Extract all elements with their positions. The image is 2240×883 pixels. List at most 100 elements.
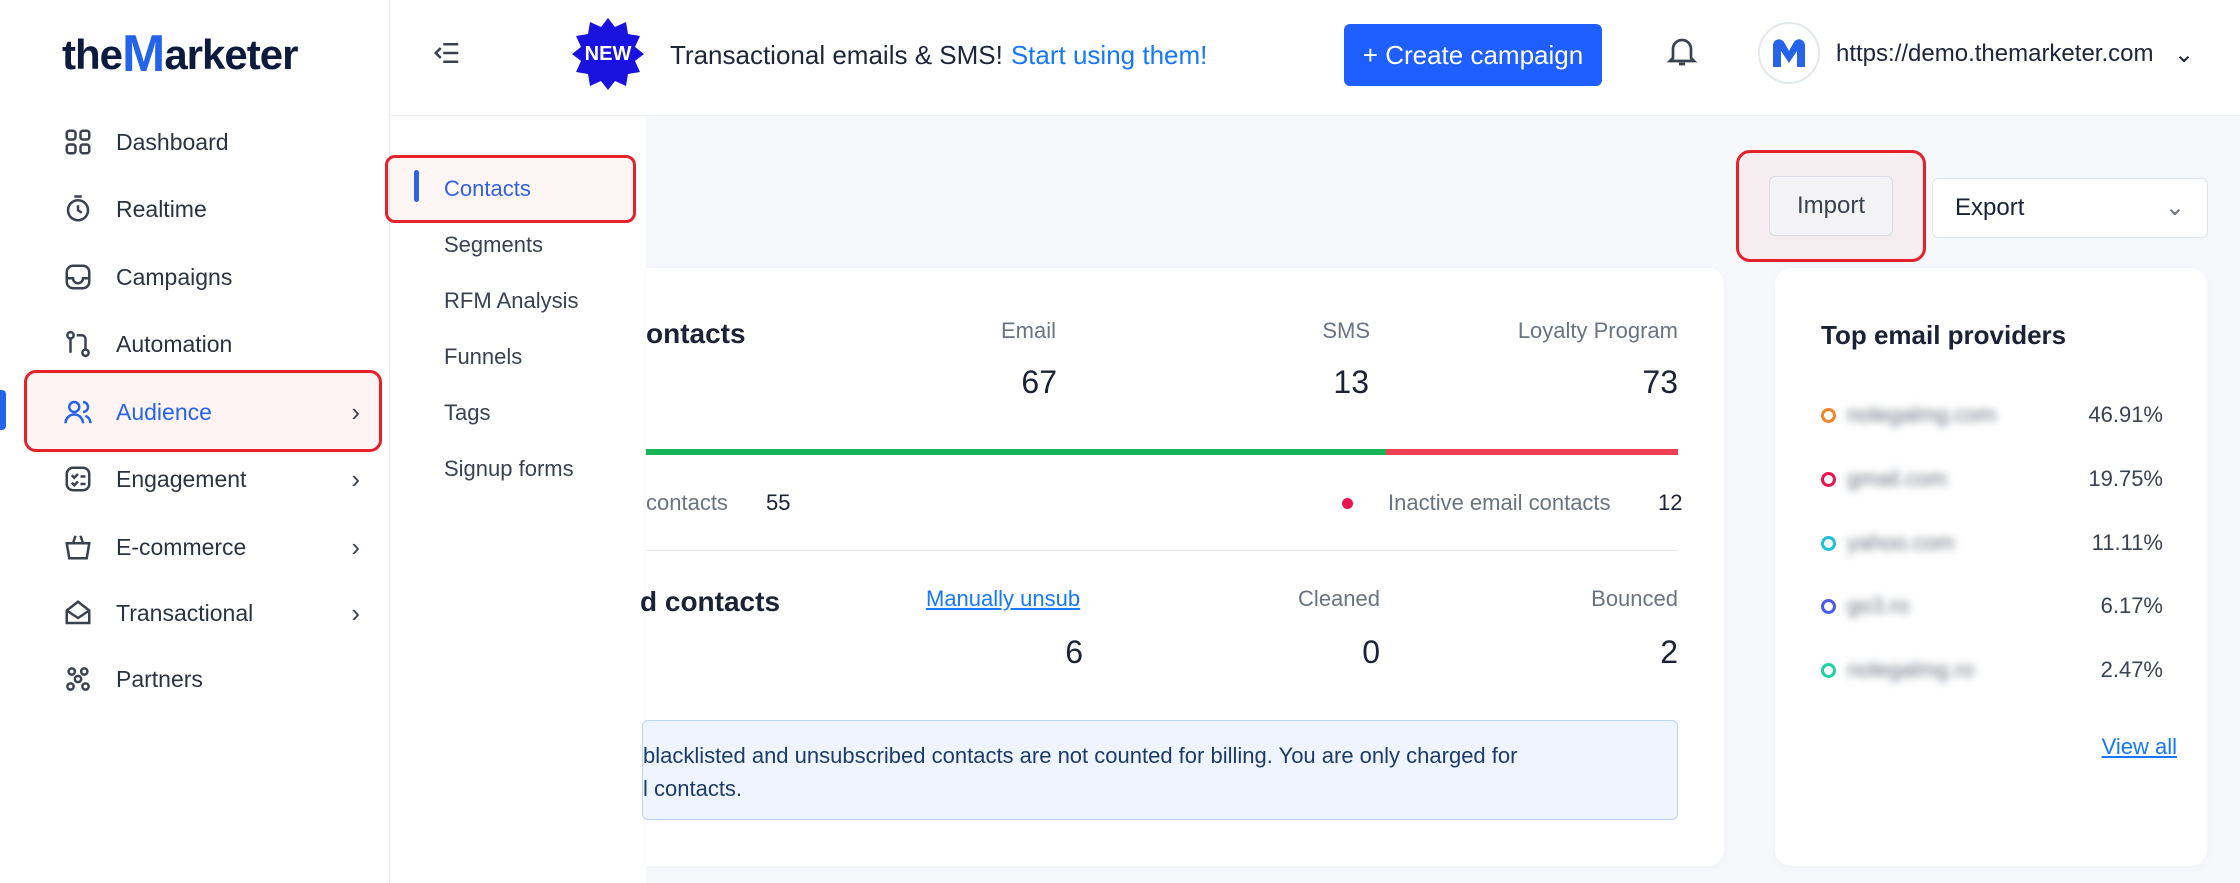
provider-percent: 11.11% bbox=[2091, 530, 2163, 555]
sidebar-item-campaigns[interactable]: Campaigns bbox=[62, 257, 372, 297]
providers-title: Top email providers bbox=[1821, 320, 2067, 350]
chevron-right-icon: › bbox=[351, 463, 360, 494]
provider-percent: 6.17% bbox=[2100, 593, 2163, 618]
sidebar-item-realtime[interactable]: Realtime bbox=[62, 189, 372, 229]
view-all-link[interactable]: View all bbox=[2102, 734, 2177, 760]
logo-m: M bbox=[122, 25, 165, 83]
site-url[interactable]: https://demo.themarketer.com bbox=[1836, 40, 2153, 68]
audience-submenu: Contacts Segments RFM Analysis Funnels T… bbox=[390, 116, 646, 883]
provider-dot-icon bbox=[1821, 599, 1836, 614]
contacts-title: ontacts bbox=[646, 318, 746, 349]
collapse-menu-icon[interactable] bbox=[432, 38, 462, 68]
provider-name: nolegalmg.com bbox=[1847, 402, 1997, 427]
sidebar-item-label: Realtime bbox=[116, 195, 207, 222]
blocked-contacts-title: d contacts bbox=[640, 586, 781, 617]
submenu-item-funnels[interactable]: Funnels bbox=[444, 344, 522, 370]
brand-logo[interactable]: theMarketer bbox=[62, 22, 298, 83]
announcement-link[interactable]: Start using them! bbox=[1011, 40, 1208, 70]
provider-dot-icon bbox=[1821, 472, 1836, 487]
chevron-right-icon: › bbox=[351, 396, 360, 427]
sidebar-item-automation[interactable]: Automation bbox=[62, 324, 372, 364]
sidebar-item-dashboard[interactable]: Dashboard bbox=[62, 122, 372, 162]
submenu-item-rfm-analysis[interactable]: RFM Analysis bbox=[444, 288, 578, 314]
chevron-right-icon: › bbox=[351, 531, 360, 562]
grid-icon bbox=[62, 126, 94, 158]
bell-icon[interactable] bbox=[1664, 32, 1700, 72]
sms-label: SMS bbox=[1322, 318, 1370, 343]
inactive-contacts-label: Inactive email contacts bbox=[1388, 490, 1611, 515]
provider-percent: 46.91% bbox=[2088, 402, 2163, 427]
active-contacts-bar bbox=[646, 449, 1386, 455]
provider-name: yahoo.com bbox=[1847, 530, 1955, 555]
divider bbox=[646, 550, 1678, 551]
sidebar-item-ecommerce[interactable]: E-commerce › bbox=[62, 527, 372, 567]
submenu-item-tags[interactable]: Tags bbox=[444, 400, 490, 426]
active-indicator bbox=[0, 390, 6, 430]
sidebar-item-transactional[interactable]: Transactional › bbox=[62, 593, 372, 633]
provider-name: go3.ro bbox=[1847, 593, 1910, 618]
stopwatch-icon bbox=[62, 193, 94, 225]
sidebar-item-label: Automation bbox=[116, 330, 233, 357]
inactive-contacts-value: 12 bbox=[1658, 490, 1683, 515]
sidebar-item-audience[interactable]: Audience › bbox=[62, 392, 372, 432]
sidebar-item-label: Dashboard bbox=[116, 128, 229, 155]
billing-info-box: blacklisted and unsubscribed contacts ar… bbox=[642, 720, 1678, 820]
provider-row: nolegalmg.com 46.91% bbox=[1821, 400, 2163, 430]
provider-row: yahoo.com 11.11% bbox=[1821, 528, 2163, 558]
provider-row: gmail.com 19.75% bbox=[1821, 464, 2163, 494]
inactive-dot-icon bbox=[1342, 498, 1353, 509]
provider-name: nolegalmg.ro bbox=[1847, 657, 1975, 682]
sidebar-item-label: Engagement bbox=[116, 465, 247, 492]
sidebar-item-partners[interactable]: Partners bbox=[62, 659, 372, 699]
provider-percent: 2.47% bbox=[2100, 657, 2163, 682]
provider-row: go3.ro 6.17% bbox=[1821, 591, 2163, 621]
email-label: Email bbox=[1000, 318, 1056, 343]
top-bar: NEW Transactional emails & SMS! Start usi… bbox=[390, 0, 2240, 116]
highlight-contacts bbox=[385, 155, 636, 223]
loyalty-value: 73 bbox=[1642, 364, 1678, 400]
workflow-icon bbox=[62, 328, 94, 360]
contacts-summary-card: ontacts Email 67 SMS 13 Loyalty Program … bbox=[640, 268, 1724, 866]
sidebar-item-label: Transactional bbox=[116, 599, 254, 626]
import-button[interactable]: Import bbox=[1769, 176, 1893, 236]
submenu-item-signup-forms[interactable]: Signup forms bbox=[444, 456, 574, 482]
bounced-value: 2 bbox=[1660, 634, 1678, 670]
mail-open-icon bbox=[62, 597, 94, 629]
checklist-icon bbox=[62, 463, 94, 495]
chevron-right-icon: › bbox=[351, 597, 360, 628]
email-value: 67 bbox=[1021, 364, 1057, 400]
folder-icon bbox=[62, 261, 94, 293]
create-campaign-button[interactable]: + Create campaign bbox=[1344, 24, 1602, 86]
top-email-providers-card: Top email providers nolegalmg.com 46.91%… bbox=[1775, 268, 2207, 866]
provider-dot-icon bbox=[1821, 536, 1836, 551]
submenu-item-segments[interactable]: Segments bbox=[444, 232, 543, 258]
provider-dot-icon bbox=[1821, 663, 1836, 678]
chevron-down-icon[interactable]: ⌄ bbox=[2174, 40, 2194, 69]
sidebar: theMarketer Dashboard Realtime Campaigns… bbox=[0, 0, 390, 883]
billing-info-line-2: l contacts. bbox=[643, 776, 743, 801]
users-icon bbox=[62, 396, 94, 428]
logo-post: arketer bbox=[164, 31, 298, 78]
new-badge-text: NEW bbox=[584, 43, 632, 65]
billing-info-line-1: blacklisted and unsubscribed contacts ar… bbox=[643, 743, 1518, 768]
sidebar-item-label: Audience bbox=[116, 398, 212, 425]
account-avatar[interactable] bbox=[1758, 22, 1820, 84]
cleaned-value: 0 bbox=[1362, 634, 1380, 670]
bounced-label: Bounced bbox=[1591, 586, 1678, 611]
provider-percent: 19.75% bbox=[2088, 466, 2163, 491]
logo-pre: the bbox=[62, 31, 123, 78]
inactive-contacts-bar bbox=[1386, 449, 1678, 455]
active-contacts-label: contacts bbox=[646, 490, 728, 515]
export-label: Export bbox=[1955, 194, 2025, 221]
billing-info-text: blacklisted and unsubscribed contacts ar… bbox=[643, 739, 1643, 805]
announcement: Transactional emails & SMS! Start using t… bbox=[670, 40, 1207, 71]
sidebar-item-label: Campaigns bbox=[116, 263, 233, 290]
chevron-down-icon: ⌄ bbox=[2164, 194, 2185, 221]
cleaned-label: Cleaned bbox=[1298, 586, 1380, 611]
loyalty-label: Loyalty Program bbox=[1517, 318, 1678, 343]
manually-unsub-link[interactable]: Manually unsub bbox=[926, 586, 1080, 612]
export-dropdown[interactable]: Export ⌄ bbox=[1932, 178, 2208, 238]
sidebar-item-engagement[interactable]: Engagement › bbox=[62, 459, 372, 499]
provider-row: nolegalmg.ro 2.47% bbox=[1821, 655, 2163, 685]
manually-unsub-value: 6 bbox=[1065, 634, 1083, 670]
